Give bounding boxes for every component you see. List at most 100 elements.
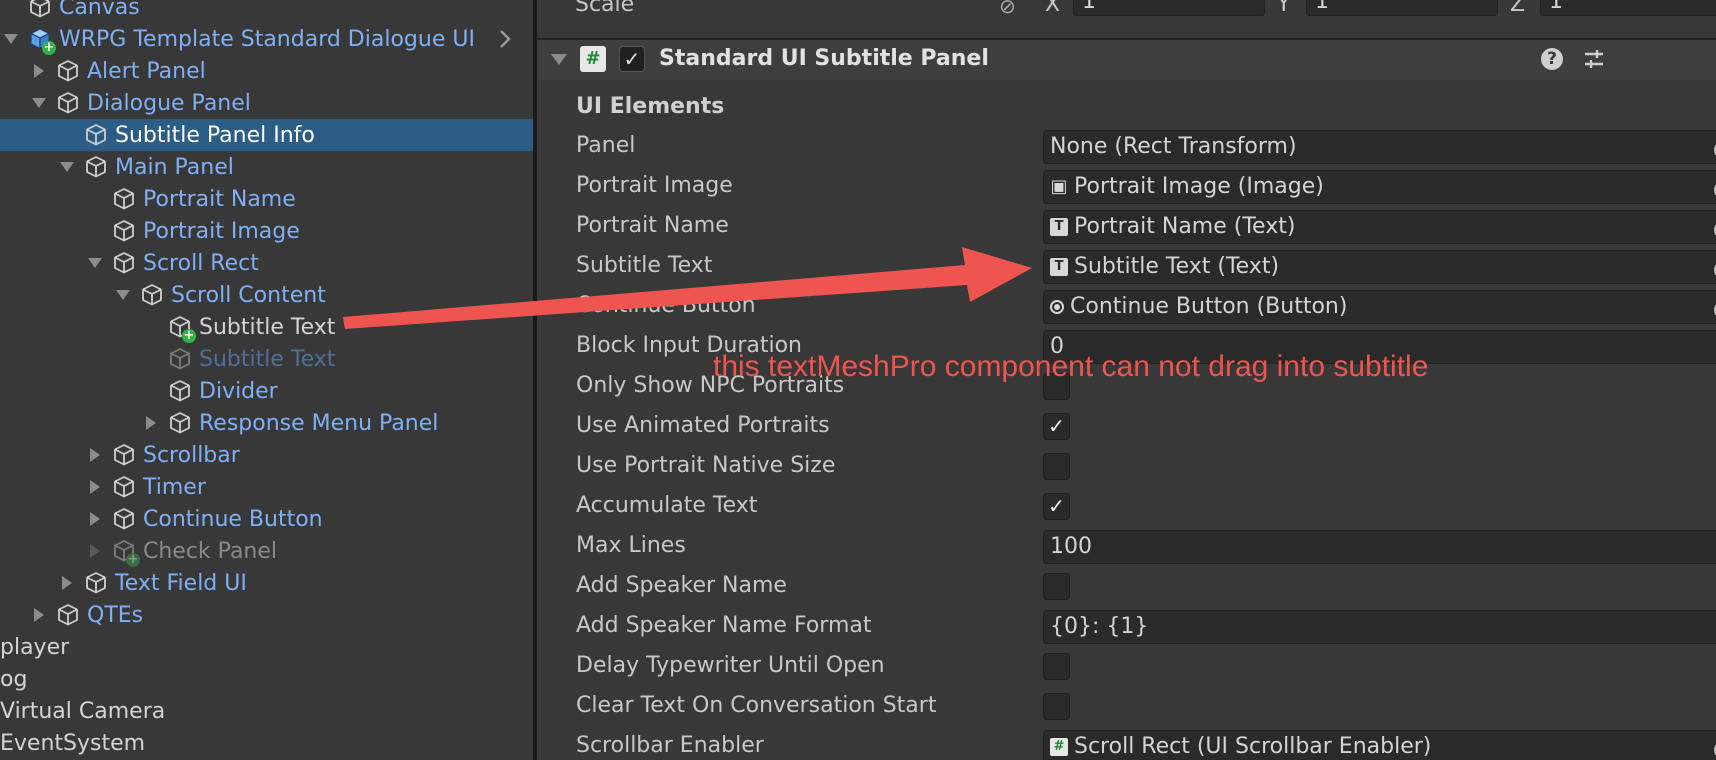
scale-x-field[interactable]: 1 xyxy=(1073,0,1265,16)
hierarchy-item[interactable]: Scroll Content xyxy=(0,279,533,311)
hierarchy-item[interactable]: og xyxy=(0,663,533,695)
field-value: Scroll Rect (UI Scrollbar Enabler) xyxy=(1074,734,1432,759)
hierarchy-item[interactable]: player xyxy=(0,631,533,663)
presets-icon[interactable] xyxy=(1581,46,1607,72)
scale-z-label: Z xyxy=(1510,0,1526,17)
collapse-right-icon[interactable] xyxy=(143,415,159,431)
scale-z-field[interactable]: 1 xyxy=(1540,0,1716,16)
hierarchy-item-label: Response Menu Panel xyxy=(199,410,439,436)
hierarchy-item-label: Alert Panel xyxy=(87,58,206,84)
field-value: 100 xyxy=(1050,534,1092,559)
expand-down-icon[interactable] xyxy=(59,159,75,175)
gameobject-icon xyxy=(111,186,137,212)
expand-down-icon[interactable] xyxy=(87,255,103,271)
collapse-right-icon[interactable] xyxy=(31,607,47,623)
field-value: Portrait Name (Text) xyxy=(1074,214,1296,239)
object-field[interactable]: ▣ Portrait Image (Image) xyxy=(1043,170,1716,204)
hierarchy-item-label: Dialogue Panel xyxy=(87,90,251,116)
hierarchy-item[interactable]: Timer xyxy=(0,471,533,503)
hierarchy-item[interactable]: Subtitle Text xyxy=(0,343,533,375)
collapse-right-icon[interactable] xyxy=(87,447,103,463)
hierarchy-item[interactable]: + Subtitle Text xyxy=(0,311,533,343)
property-checkbox[interactable] xyxy=(1043,653,1070,680)
object-field[interactable]: T Subtitle Text (Text) xyxy=(1043,250,1716,284)
property-row: Delay Typewriter Until Open xyxy=(537,648,1716,686)
hierarchy-item-label: Timer xyxy=(143,474,206,500)
value-field[interactable]: {0}: {1} xyxy=(1043,610,1716,644)
component-title: Standard UI Subtitle Panel xyxy=(659,46,989,71)
property-label: Portrait Image xyxy=(576,173,733,198)
property-label: Max Lines xyxy=(576,533,686,558)
hierarchy-item-label: Portrait Image xyxy=(143,218,300,244)
property-row: Portrait Image ▣ Portrait Image (Image) xyxy=(537,168,1716,206)
hierarchy-item[interactable]: Canvas xyxy=(0,0,533,23)
hierarchy-item[interactable]: Text Field UI xyxy=(0,567,533,599)
hierarchy-item[interactable]: Portrait Image xyxy=(0,215,533,247)
gameobject-icon xyxy=(139,282,165,308)
hierarchy-item-label: Scroll Rect xyxy=(143,250,259,276)
scale-label: Scale xyxy=(575,0,635,17)
scale-y-field[interactable]: 1 xyxy=(1306,0,1498,16)
gameobject-icon xyxy=(55,58,81,84)
component-header[interactable]: # ✓ Standard UI Subtitle Panel ? xyxy=(537,40,1716,80)
hierarchy-item-label: Divider xyxy=(199,378,278,404)
hierarchy-item-label: Check Panel xyxy=(143,538,278,564)
annotation-text: this textMeshPro component can not drag … xyxy=(713,350,1429,383)
help-icon[interactable]: ? xyxy=(1541,48,1563,70)
field-value: Portrait Image (Image) xyxy=(1074,174,1324,199)
property-row: Max Lines 100 xyxy=(537,528,1716,566)
constrain-proportions-icon[interactable]: ⊘ xyxy=(999,0,1016,18)
hierarchy-item[interactable]: Virtual Camera xyxy=(0,695,533,727)
collapse-right-icon[interactable] xyxy=(59,575,75,591)
script-icon: # xyxy=(1050,738,1068,756)
hierarchy-item[interactable]: Dialogue Panel xyxy=(0,87,533,119)
collapse-right-icon[interactable] xyxy=(31,63,47,79)
hierarchy-item[interactable]: Subtitle Panel Info xyxy=(0,119,533,151)
hierarchy-panel: Canvas + WRPG Template Standard Dialogue U… xyxy=(0,0,533,760)
property-row: Use Portrait Native Size xyxy=(537,448,1716,486)
prefab-open-chevron-icon[interactable] xyxy=(491,25,519,53)
field-value: Continue Button (Button) xyxy=(1070,294,1348,319)
property-label: Subtitle Text xyxy=(576,253,713,278)
property-label: Continue Button xyxy=(576,293,756,318)
foldout-arrow-icon[interactable] xyxy=(551,54,567,65)
property-label: Clear Text On Conversation Start xyxy=(576,693,937,718)
gameobject-icon xyxy=(111,474,137,500)
hierarchy-item[interactable]: Continue Button xyxy=(0,503,533,535)
text-icon: T xyxy=(1050,258,1068,276)
expand-down-icon[interactable] xyxy=(31,95,47,111)
expand-down-icon[interactable] xyxy=(3,31,19,47)
hierarchy-item[interactable]: Scroll Rect xyxy=(0,247,533,279)
hierarchy-item-label: Subtitle Panel Info xyxy=(115,122,315,148)
property-checkbox[interactable]: ✓ xyxy=(1043,413,1070,440)
hierarchy-item[interactable]: + Check Panel xyxy=(0,535,533,567)
object-field[interactable]: # Scroll Rect (UI Scrollbar Enabler) xyxy=(1043,730,1716,760)
hierarchy-item[interactable]: Main Panel xyxy=(0,151,533,183)
property-checkbox[interactable]: ✓ xyxy=(1043,493,1070,520)
value-field[interactable]: 100 xyxy=(1043,530,1716,564)
collapse-right-icon[interactable] xyxy=(87,479,103,495)
object-field[interactable]: None (Rect Transform) xyxy=(1043,130,1716,164)
prefab-icon: + xyxy=(27,26,56,55)
property-checkbox[interactable] xyxy=(1043,573,1070,600)
property-checkbox[interactable] xyxy=(1043,453,1070,480)
hierarchy-item[interactable]: Response Menu Panel xyxy=(0,407,533,439)
hierarchy-item-label: Subtitle Text xyxy=(199,346,336,372)
hierarchy-item-label: EventSystem xyxy=(0,730,146,756)
hierarchy-item[interactable]: Alert Panel xyxy=(0,55,533,87)
hierarchy-item-label: Text Field UI xyxy=(115,570,247,596)
collapse-right-icon[interactable] xyxy=(87,543,103,559)
expand-down-icon[interactable] xyxy=(115,287,131,303)
property-checkbox[interactable] xyxy=(1043,693,1070,720)
hierarchy-item[interactable]: + WRPG Template Standard Dialogue UI xyxy=(0,23,533,55)
collapse-right-icon[interactable] xyxy=(87,511,103,527)
object-field[interactable]: Continue Button (Button) xyxy=(1043,290,1716,324)
hierarchy-item[interactable]: Divider xyxy=(0,375,533,407)
hierarchy-item[interactable]: Portrait Name xyxy=(0,183,533,215)
object-field[interactable]: T Portrait Name (Text) xyxy=(1043,210,1716,244)
hierarchy-item[interactable]: QTEs xyxy=(0,599,533,631)
property-label: Use Portrait Native Size xyxy=(576,453,836,478)
hierarchy-item[interactable]: EventSystem xyxy=(0,727,533,759)
component-enabled-checkbox[interactable]: ✓ xyxy=(619,46,645,72)
hierarchy-item[interactable]: Scrollbar xyxy=(0,439,533,471)
